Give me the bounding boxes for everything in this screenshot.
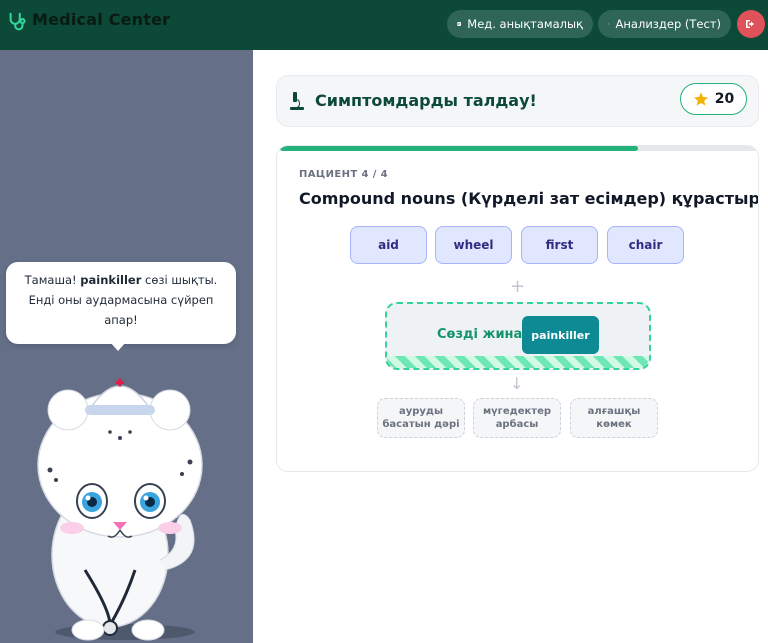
patient-counter: ПАЦИЕНТ 4 / 4 — [299, 169, 388, 180]
word-build-dropzone[interactable]: Сөзді жина painkiller — [385, 302, 651, 370]
score-value: 20 — [714, 91, 735, 107]
logout-button[interactable] — [737, 10, 765, 38]
game-title: Симптомдарды талдау! — [315, 91, 537, 110]
microscope-icon — [290, 92, 304, 110]
star-icon — [693, 92, 708, 106]
mascot-panel: Тамаша! painkiller сөзі шықты. Енді оны … — [0, 50, 253, 643]
word-chip[interactable]: wheel — [435, 226, 512, 264]
med-reference-button[interactable]: Мед. анықтамалық — [447, 10, 593, 38]
speech-word: painkiller — [80, 273, 142, 287]
speech-bubble-tail — [110, 342, 126, 351]
speech-prefix: Тамаша! — [24, 273, 81, 287]
arrow-down-icon: ↓ — [510, 374, 524, 393]
progress-bar — [280, 146, 757, 151]
word-chip[interactable]: aid — [350, 226, 427, 264]
stethoscope-icon — [9, 12, 26, 31]
task-instruction: Compound nouns (Күрделі зат есімдер) құр… — [299, 189, 759, 208]
snow-leopard-doctor-mascot — [37, 378, 203, 641]
med-reference-label: Мед. анықтамалық — [467, 17, 583, 31]
progress-fill — [280, 146, 638, 151]
dropzone-progress-stripes — [387, 356, 649, 368]
logout-icon — [746, 20, 754, 28]
word-chip[interactable]: chair — [607, 226, 684, 264]
plus-icon: + — [510, 276, 526, 297]
tests-label: Анализдер (Тест) — [615, 17, 721, 31]
translation-target[interactable]: мүгедектер арбасы — [473, 398, 561, 438]
app-title: Medical Center — [32, 10, 171, 29]
tests-button[interactable]: Анализдер (Тест) — [598, 10, 731, 38]
dropzone-label: Сөзді жина — [437, 327, 523, 342]
microscope-icon — [608, 23, 610, 25]
translation-target[interactable]: алғашқы көмек — [570, 398, 658, 438]
main-content: Симптомдарды талдау! 20 ПАЦИЕНТ 4 / 4 Co… — [253, 50, 768, 643]
app-header: Medical Center Мед. анықтамалық Анализде… — [0, 0, 768, 50]
built-word-chip[interactable]: painkiller — [522, 316, 599, 354]
score-badge: 20 — [680, 83, 747, 115]
word-chip[interactable]: first — [521, 226, 598, 264]
book-icon — [457, 22, 461, 26]
exercise-card: ПАЦИЕНТ 4 / 4 Compound nouns (Күрделі за… — [276, 145, 759, 472]
translation-target[interactable]: ауруды басатын дәрі — [377, 398, 465, 438]
speech-bubble: Тамаша! painkiller сөзі шықты. Енді оны … — [6, 262, 236, 344]
